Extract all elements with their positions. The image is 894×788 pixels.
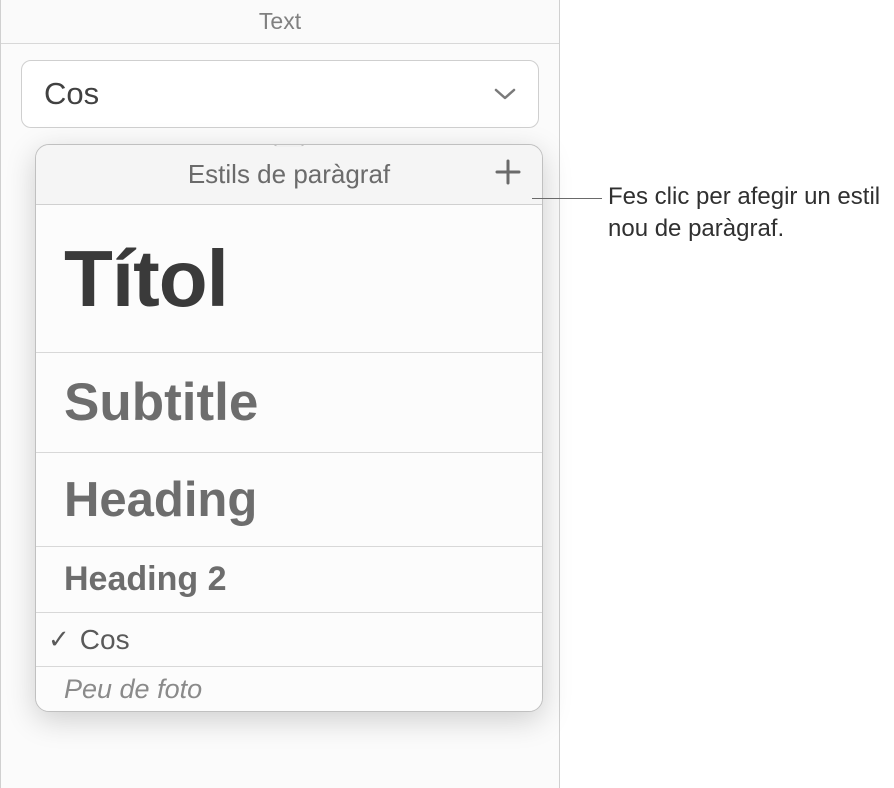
panel-title: Text: [259, 8, 301, 35]
chevron-down-icon: [494, 87, 516, 101]
style-item-heading2[interactable]: Heading 2: [36, 547, 542, 613]
callout-leader-line: [532, 198, 602, 199]
style-list: Títol Subtitle Heading Heading 2 ✓ Cos P…: [36, 205, 542, 711]
style-item-titol[interactable]: Títol: [36, 205, 542, 353]
style-label: Títol: [64, 233, 228, 325]
panel-header: Text: [1, 0, 559, 44]
callout: Fes clic per afegir un estil nou de parà…: [608, 181, 888, 246]
style-item-subtitle[interactable]: Subtitle: [36, 353, 542, 453]
style-label: Peu de foto: [64, 674, 202, 705]
popover-title: Estils de paràgraf: [188, 159, 390, 190]
style-label: Heading 2: [64, 560, 226, 599]
style-label: Cos: [80, 624, 130, 656]
paragraph-style-dropdown[interactable]: Cos: [21, 60, 539, 128]
style-item-peu[interactable]: Peu de foto: [36, 667, 542, 711]
dropdown-wrapper: Cos: [1, 44, 559, 128]
style-item-cos[interactable]: ✓ Cos: [36, 613, 542, 667]
add-style-button[interactable]: [492, 159, 524, 191]
paragraph-styles-popover: Estils de paràgraf Títol Subtitle Headin…: [35, 144, 543, 712]
callout-text: Fes clic per afegir un estil nou de parà…: [608, 181, 888, 246]
style-item-heading[interactable]: Heading: [36, 453, 542, 547]
style-label: Subtitle: [64, 372, 258, 433]
checkmark-icon: ✓: [48, 624, 70, 655]
style-label: Heading: [64, 472, 257, 528]
popover-header: Estils de paràgraf: [36, 145, 542, 205]
text-panel: Text Cos Estils de paràgraf Títol Subtit…: [0, 0, 560, 788]
dropdown-selected-label: Cos: [44, 76, 99, 112]
plus-icon: [494, 158, 522, 191]
